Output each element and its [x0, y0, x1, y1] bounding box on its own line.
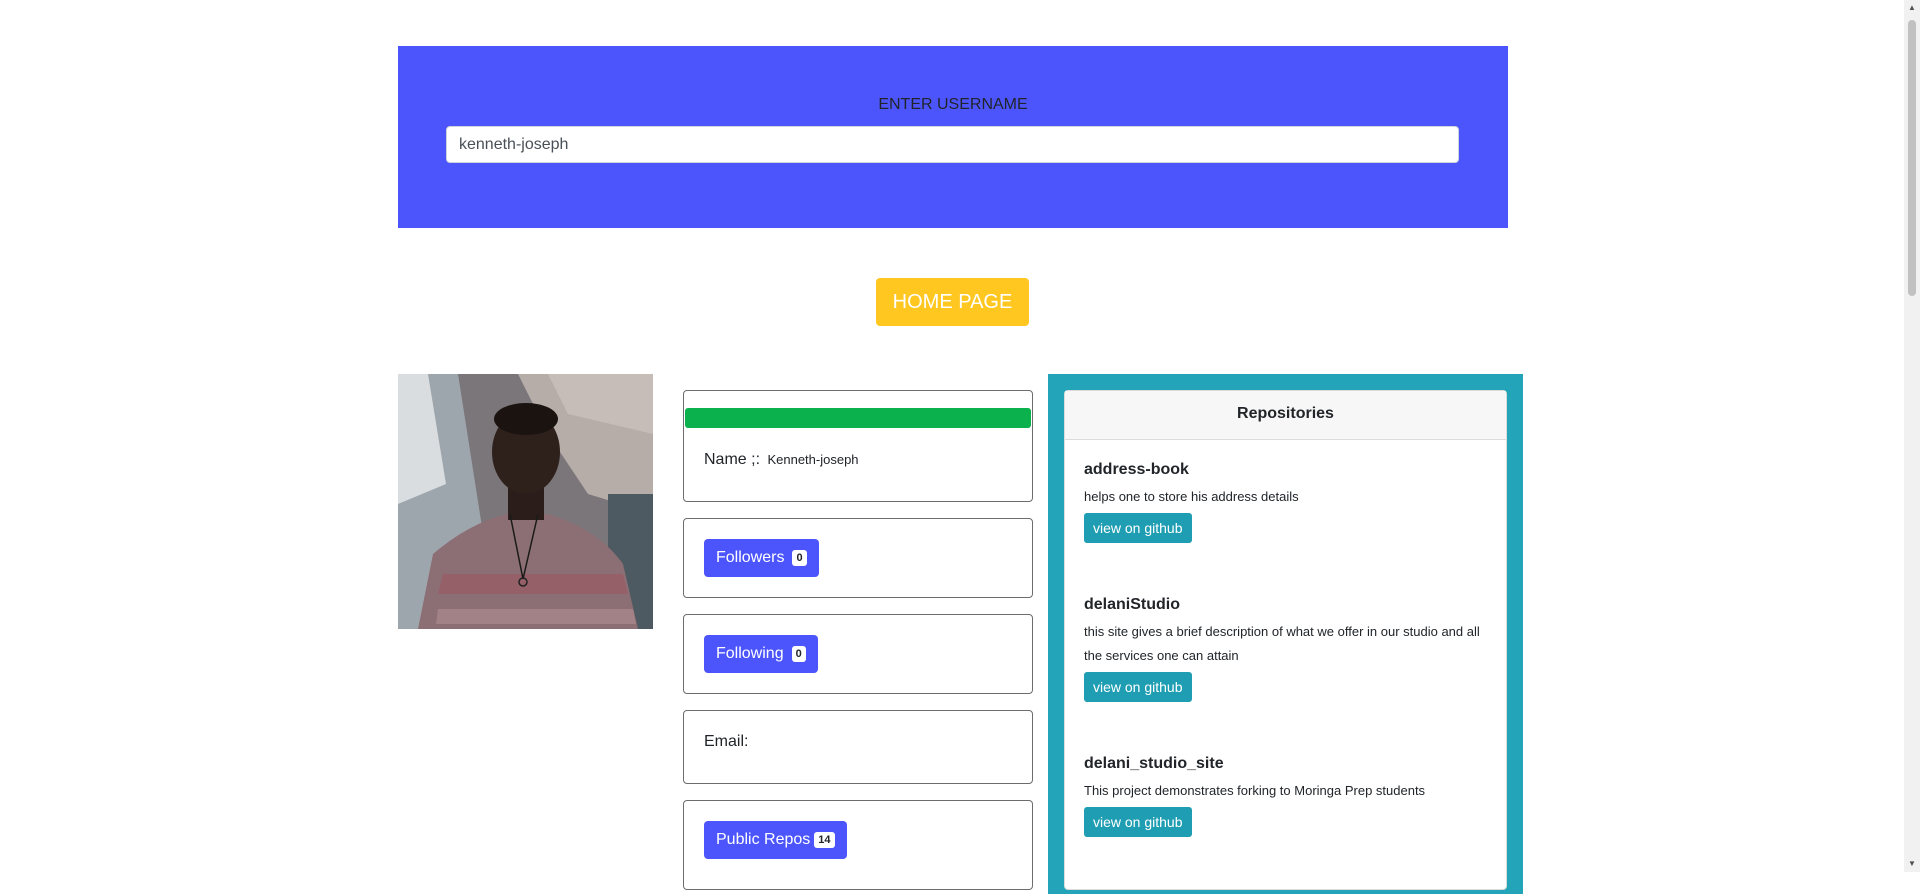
repositories-card: Repositories address-book helps one to s…	[1064, 390, 1507, 890]
scroll-up-arrow-icon[interactable]: ▲	[1904, 0, 1920, 16]
view-on-github-button[interactable]: view on github	[1084, 807, 1192, 837]
view-on-github-button[interactable]: view on github	[1084, 672, 1192, 702]
followers-count-badge: 0	[792, 550, 807, 566]
following-label: Following	[716, 645, 784, 662]
home-page-button[interactable]: HOME PAGE	[876, 278, 1029, 326]
repo-title: address-book	[1084, 461, 1189, 478]
repo-description: helps one to store his address details	[1084, 489, 1299, 504]
repo-title: delani_studio_site	[1084, 755, 1224, 772]
status-bar	[685, 408, 1031, 428]
name-value: Kenneth-joseph	[767, 452, 859, 467]
followers-card: Followers 0	[683, 518, 1033, 598]
repo-item: delaniStudio this site gives a brief des…	[1084, 596, 1489, 702]
repo-item: delani_studio_site This project demonstr…	[1084, 755, 1489, 837]
followers-label: Followers	[716, 549, 785, 566]
name-row: Name ;: Kenneth-joseph	[704, 451, 859, 469]
following-card: Following 0	[683, 614, 1033, 694]
view-on-github-button[interactable]: view on github	[1084, 513, 1192, 543]
public-repos-label: Public Repos	[716, 831, 811, 848]
vertical-scrollbar[interactable]: ▲ ▼	[1904, 0, 1920, 872]
email-label: Email:	[704, 733, 749, 750]
public-repos-button[interactable]: Public Repos 14	[704, 821, 847, 859]
avatar	[398, 374, 653, 629]
public-repos-card: Public Repos 14	[683, 800, 1033, 890]
repo-item: address-book helps one to store his addr…	[1084, 461, 1489, 543]
repo-title: delaniStudio	[1084, 596, 1180, 613]
repo-description: This project demonstrates forking to Mor…	[1084, 783, 1426, 798]
repo-description: this site gives a brief description of w…	[1084, 624, 1480, 663]
search-panel: ENTER USERNAME	[398, 46, 1508, 228]
username-input[interactable]	[446, 126, 1459, 163]
followers-button[interactable]: Followers 0	[704, 539, 819, 577]
search-label: ENTER USERNAME	[878, 96, 1028, 113]
name-label: Name ;:	[704, 451, 761, 468]
following-count-badge: 0	[791, 646, 806, 662]
scroll-down-arrow-icon[interactable]: ▼	[1904, 856, 1920, 872]
following-button[interactable]: Following 0	[704, 635, 818, 673]
scrollbar-thumb[interactable]	[1908, 20, 1916, 296]
name-card: Name ;: Kenneth-joseph	[683, 390, 1033, 502]
public-repos-count-badge: 14	[814, 832, 835, 848]
email-card: Email:	[683, 710, 1033, 784]
avatar-photo	[398, 374, 653, 629]
repositories-header: Repositories	[1065, 391, 1506, 440]
page: ENTER USERNAME HOME PAGE	[0, 0, 1904, 894]
repositories-panel: Repositories address-book helps one to s…	[1048, 374, 1523, 894]
